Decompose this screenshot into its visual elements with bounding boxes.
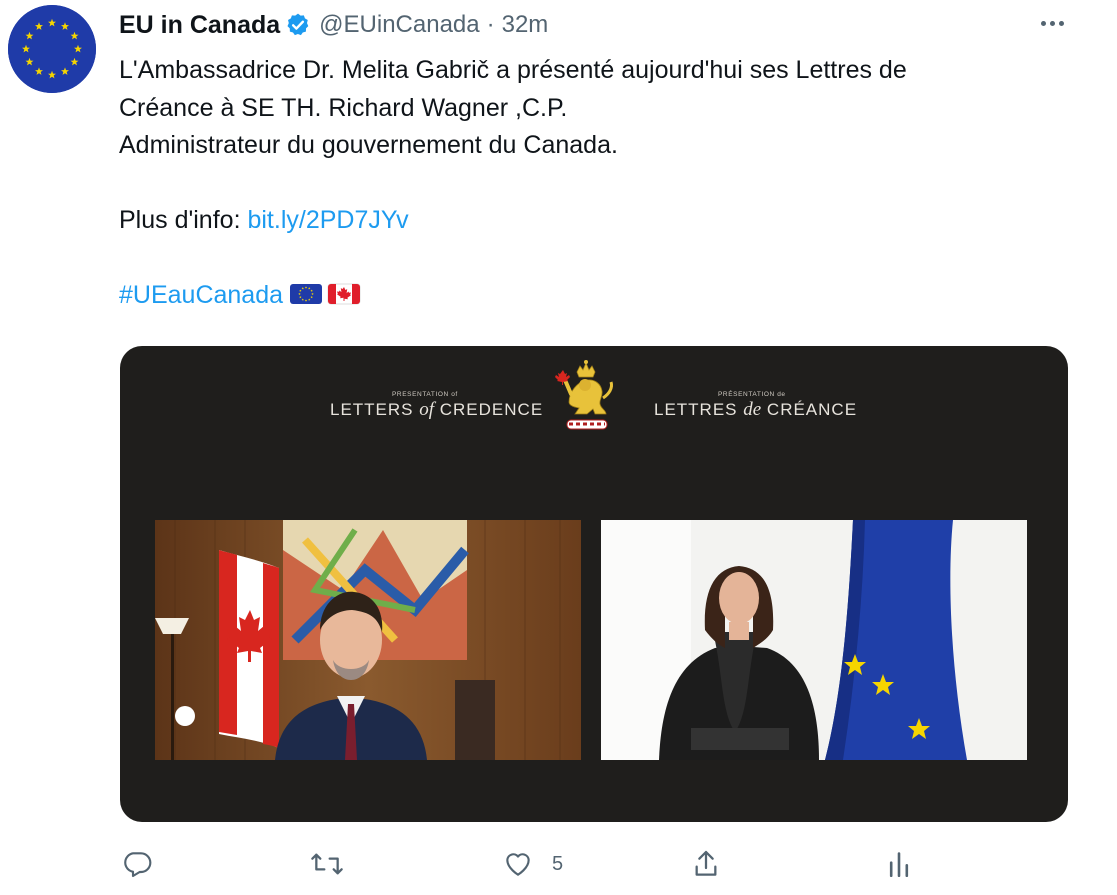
info-link[interactable]: bit.ly/2PD7JYv bbox=[247, 206, 408, 234]
reply-icon[interactable] bbox=[121, 845, 153, 883]
more-options-icon[interactable] bbox=[1034, 8, 1070, 38]
tweet[interactable]: EU in Canada @EUinCanada · 32m L'Ambassa… bbox=[0, 0, 1117, 895]
hashtag-link[interactable]: #UEauCanada bbox=[119, 281, 283, 309]
account-handle[interactable]: @EUinCanada bbox=[319, 11, 479, 39]
governor-general-crest-icon bbox=[547, 358, 625, 436]
verified-badge-icon bbox=[285, 12, 311, 38]
eu-flag-emoji-icon bbox=[289, 280, 323, 318]
video-feed-governor bbox=[155, 520, 581, 760]
heart-icon[interactable] bbox=[502, 848, 534, 880]
tweet-line: Créance à SE TH. Richard Wagner ,C.P. bbox=[119, 93, 568, 122]
timestamp[interactable]: 32m bbox=[502, 11, 549, 39]
eu-flag-avatar-icon bbox=[8, 5, 96, 93]
avatar[interactable] bbox=[8, 5, 96, 93]
lettres-de-creance-title: LETTRES de CRÉANCE bbox=[654, 399, 858, 420]
action-bar: 5 bbox=[0, 845, 1117, 885]
presentation-small-en: PRESENTATION of bbox=[392, 391, 458, 398]
tweet-header: EU in Canada @EUinCanada · 32m bbox=[119, 8, 548, 42]
like-button[interactable]: 5 bbox=[502, 845, 563, 883]
letters-of-credence-title: LETTERS of CREDENCE bbox=[330, 399, 544, 420]
info-line: Plus d'info: bit.ly/2PD7JYv bbox=[119, 202, 1079, 240]
hashtag-line: #UEauCanada bbox=[119, 277, 1079, 315]
separator: · bbox=[486, 11, 495, 38]
account-name[interactable]: EU in Canada bbox=[119, 11, 280, 40]
like-count: 5 bbox=[552, 852, 564, 875]
presentation-small-fr: PRÉSENTATION de bbox=[718, 391, 786, 398]
tweet-line: L'Ambassadrice Dr. Melita Gabrič a prése… bbox=[119, 56, 907, 84]
analytics-icon[interactable] bbox=[886, 845, 912, 883]
share-icon[interactable] bbox=[690, 845, 722, 883]
retweet-icon[interactable] bbox=[309, 845, 345, 883]
canada-flag-emoji-icon bbox=[327, 280, 361, 318]
info-label: Plus d'info: bbox=[119, 206, 248, 234]
video-feed-ambassador bbox=[601, 520, 1027, 760]
tweet-line: Administrateur du gouvernement du Canada… bbox=[119, 131, 618, 159]
media-card[interactable]: PRESENTATION of LETTERS of CREDENCE PRÉS bbox=[120, 346, 1068, 822]
tweet-text: L'Ambassadrice Dr. Melita Gabrič a prése… bbox=[119, 52, 1079, 315]
